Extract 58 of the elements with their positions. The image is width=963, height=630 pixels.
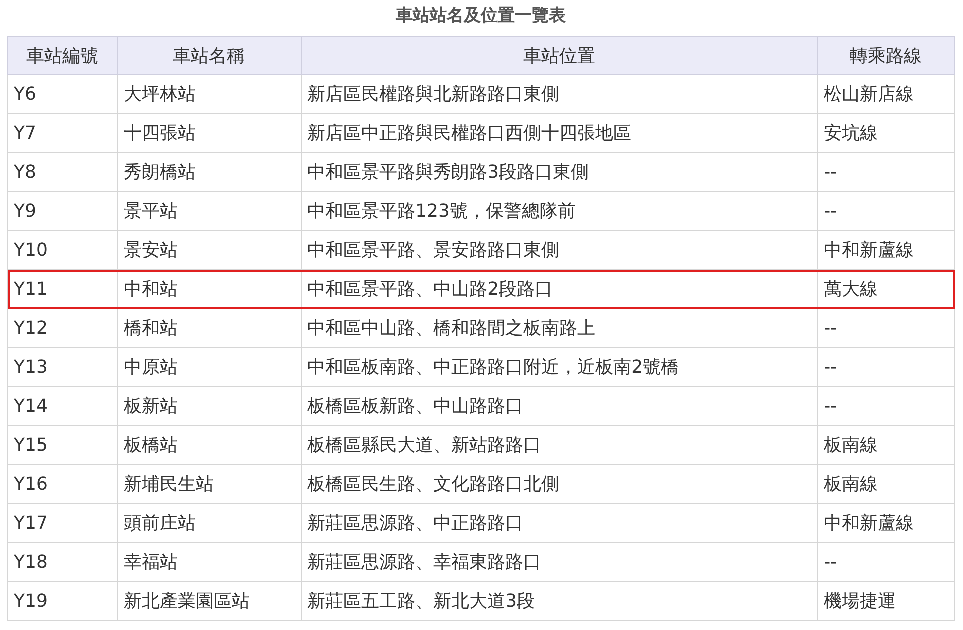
table-cell: 中和新蘆線 bbox=[818, 230, 954, 270]
table-cell: 大坪林站 bbox=[117, 74, 302, 114]
table-cell: 機場捷運 bbox=[818, 582, 954, 620]
table-cell: 板橋站 bbox=[117, 426, 302, 464]
table-cell: 板新站 bbox=[117, 386, 302, 426]
table-cell: Y11 bbox=[8, 270, 118, 308]
table-cell: Y6 bbox=[8, 74, 118, 114]
table-cell: 新莊區思源路、幸福東路路口 bbox=[301, 542, 818, 582]
table-cell: 秀朗橋站 bbox=[117, 152, 302, 192]
table-cell: Y19 bbox=[8, 582, 118, 620]
table-title: 車站站名及位置一覽表 bbox=[395, 5, 567, 28]
table-cell: 安坑線 bbox=[818, 114, 954, 152]
table-cell: -- bbox=[818, 386, 954, 426]
table-cell: 新莊區思源路、中正路路口 bbox=[301, 504, 818, 542]
table-cell: Y12 bbox=[8, 308, 118, 348]
column-header: 轉乘路線 bbox=[818, 36, 954, 74]
table-cell: 板橋區縣民大道、新站路路口 bbox=[301, 426, 818, 464]
table-cell: 中和區景平路與秀朗路3段路口東側 bbox=[301, 152, 818, 192]
table-cell: Y8 bbox=[8, 152, 118, 192]
table-cell: 景平站 bbox=[117, 192, 302, 230]
table-cell: Y10 bbox=[8, 230, 118, 270]
table-cell: 中和區景平路123號，保警總隊前 bbox=[301, 192, 818, 230]
table-cell: 新莊區五工路、新北大道3段 bbox=[301, 582, 818, 620]
table-cell: 中原站 bbox=[117, 348, 302, 386]
table-cell: -- bbox=[818, 542, 954, 582]
table-cell: 幸福站 bbox=[117, 542, 302, 582]
table-cell: -- bbox=[818, 152, 954, 192]
table-cell: Y17 bbox=[8, 504, 118, 542]
table-cell: -- bbox=[818, 348, 954, 386]
table-cell: Y18 bbox=[8, 542, 118, 582]
table-cell: 松山新店線 bbox=[818, 74, 954, 114]
table-cell: Y9 bbox=[8, 192, 118, 230]
table-cell: 板橋區板新路、中山路路口 bbox=[301, 386, 818, 426]
table-cell: 新埔民生站 bbox=[117, 464, 302, 504]
column-header: 車站名稱 bbox=[117, 36, 302, 74]
table-cell: 板南線 bbox=[818, 464, 954, 504]
table-cell: 新店區中正路與民權路口西側十四張地區 bbox=[301, 114, 818, 152]
table-cell: 中和區中山路、橋和路間之板南路上 bbox=[301, 308, 818, 348]
table-cell: 板南線 bbox=[818, 426, 954, 464]
table-cell: 十四張站 bbox=[117, 114, 302, 152]
table-cell: Y13 bbox=[8, 348, 118, 386]
table-cell: 中和區板南路、中正路路口附近，近板南2號橋 bbox=[301, 348, 818, 386]
table-cell: 中和區景平路、景安路路口東側 bbox=[301, 230, 818, 270]
column-header: 車站位置 bbox=[301, 36, 818, 74]
table-cell: 新北產業園區站 bbox=[117, 582, 302, 620]
table-cell: 橋和站 bbox=[117, 308, 302, 348]
table-cell: -- bbox=[818, 192, 954, 230]
table-cell: 新店區民權路與北新路路口東側 bbox=[301, 74, 818, 114]
table-cell: 中和新蘆線 bbox=[818, 504, 954, 542]
table-cell: -- bbox=[818, 308, 954, 348]
table-cell: 板橋區民生路、文化路路口北側 bbox=[301, 464, 818, 504]
table-cell: 頭前庄站 bbox=[117, 504, 302, 542]
column-header: 車站編號 bbox=[8, 36, 118, 74]
table-cell: Y15 bbox=[8, 426, 118, 464]
table-cell: Y14 bbox=[8, 386, 118, 426]
table-cell: Y7 bbox=[8, 114, 118, 152]
table-cell: 景安站 bbox=[117, 230, 302, 270]
table-cell: Y16 bbox=[8, 464, 118, 504]
